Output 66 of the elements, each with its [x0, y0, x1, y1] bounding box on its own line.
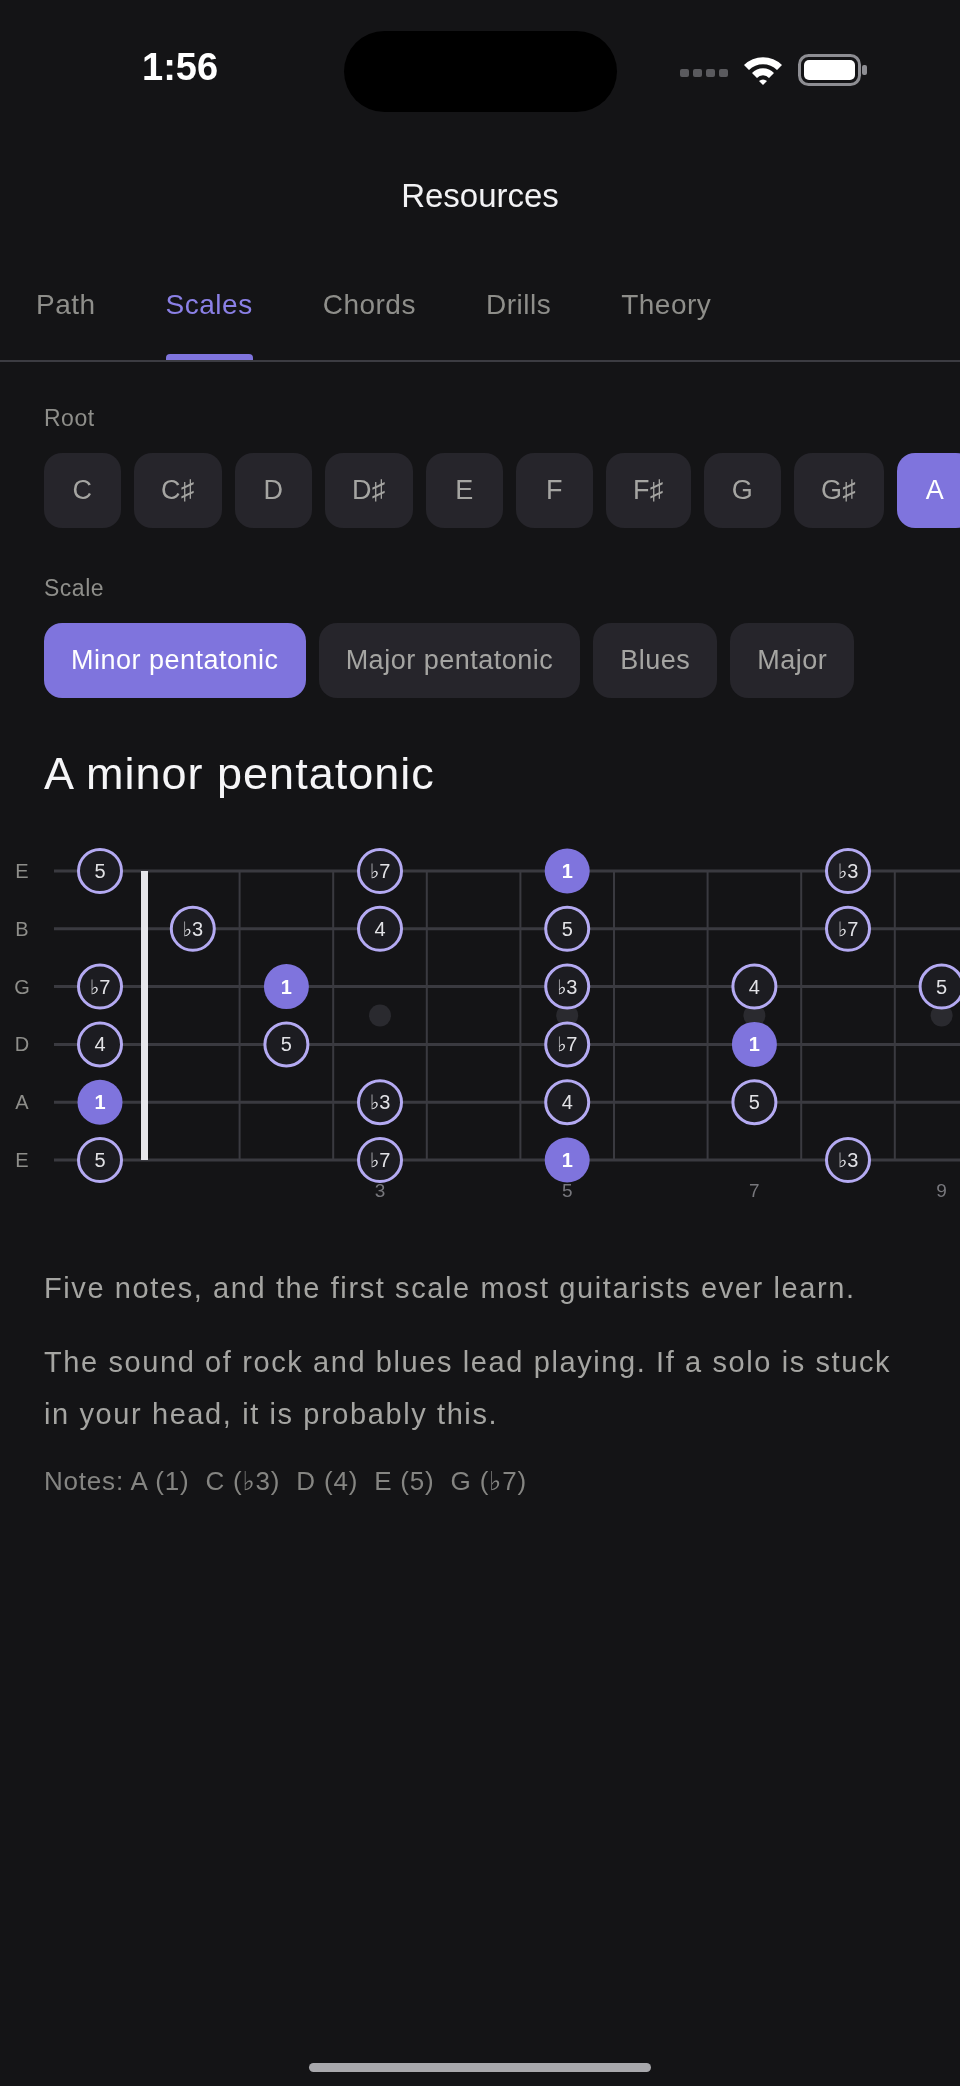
tab[interactable]: Theory: [621, 277, 712, 360]
note-marker: 5: [263, 1021, 310, 1068]
note-marker: ♭7: [357, 1137, 403, 1183]
root-note-marker: 1: [731, 1021, 777, 1067]
scale-chip[interactable]: Major pentatonic: [318, 623, 581, 698]
scale-chip[interactable]: Major: [730, 623, 855, 698]
status-time: 1:56: [142, 46, 219, 89]
root-note-marker: 1: [544, 1137, 590, 1183]
string-name: E: [15, 860, 29, 882]
note-marker: ♭3: [825, 1137, 871, 1183]
root-chip[interactable]: G: [704, 453, 781, 528]
tab[interactable]: Scales: [165, 277, 253, 360]
screen-title: Resources: [401, 177, 559, 215]
scale-chip[interactable]: Minor pentatonic: [44, 623, 306, 698]
root-chip[interactable]: D♯: [325, 453, 413, 528]
root-chip[interactable]: F: [516, 453, 593, 528]
note-marker: ♭3: [169, 905, 216, 952]
root-chip[interactable]: E: [426, 453, 503, 528]
note-marker: ♭7: [544, 1021, 591, 1068]
note-marker: 4: [731, 963, 778, 1010]
root-chip[interactable]: F♯: [606, 453, 691, 528]
root-chip[interactable]: C♯: [134, 453, 222, 528]
note-marker: 5: [731, 1079, 778, 1126]
note-marker: ♭7: [357, 848, 403, 894]
fret-number: 3: [374, 1180, 386, 1201]
root-note-marker: 1: [544, 848, 590, 894]
description-paragraph: The sound of rock and blues lead playing. If a solo is stuck in your head, it is probably this.: [44, 1345, 893, 1432]
fret-number: 9: [936, 1180, 947, 1201]
string-name: G: [14, 975, 30, 998]
scale-heading: A minor pentatonic: [44, 748, 436, 800]
signal-icon: [680, 68, 728, 78]
tab[interactable]: Chords: [322, 277, 416, 360]
tab[interactable]: Drills: [485, 277, 552, 360]
string-name: D: [14, 1033, 30, 1056]
scale-chip[interactable]: Blues: [593, 623, 718, 698]
root-label: Root: [44, 405, 96, 432]
note-marker: 5: [918, 963, 960, 1010]
description-paragraph: Five notes, and the first scale most guitarists ever learn.: [44, 1271, 857, 1306]
string-name: B: [15, 917, 29, 940]
root-note-marker: 1: [263, 964, 309, 1010]
note-marker: ♭7: [77, 963, 123, 1010]
root-chip[interactable]: A: [896, 453, 960, 528]
notes-summary: Notes: A (1) C (♭3) D (4) E (5) G (♭7): [44, 1466, 528, 1497]
note-marker: 4: [77, 1021, 123, 1068]
scale-label: Scale: [44, 575, 106, 602]
note-marker: 5: [544, 905, 591, 952]
root-chip[interactable]: D: [235, 453, 312, 528]
note-marker: 4: [544, 1079, 591, 1126]
note-marker: ♭3: [825, 848, 871, 894]
note-marker: ♭3: [357, 1079, 403, 1126]
note-marker: 5: [77, 848, 123, 894]
string-name: A: [15, 1091, 29, 1114]
fret-number: 5: [561, 1180, 573, 1201]
string-name: E: [15, 1149, 29, 1171]
fret-number: 7: [749, 1180, 760, 1201]
battery-icon: [798, 54, 868, 86]
root-chip[interactable]: C: [44, 453, 121, 528]
note-marker: 5: [77, 1137, 123, 1183]
wifi-icon: [742, 54, 784, 86]
root-chip[interactable]: G♯: [794, 453, 884, 528]
fret-inlay: [369, 1004, 391, 1027]
root-note-marker: 1: [77, 1079, 123, 1125]
note-marker: 4: [357, 905, 403, 952]
tab[interactable]: Path: [36, 277, 96, 360]
note-marker: ♭3: [544, 963, 591, 1010]
note-marker: ♭7: [825, 905, 871, 952]
